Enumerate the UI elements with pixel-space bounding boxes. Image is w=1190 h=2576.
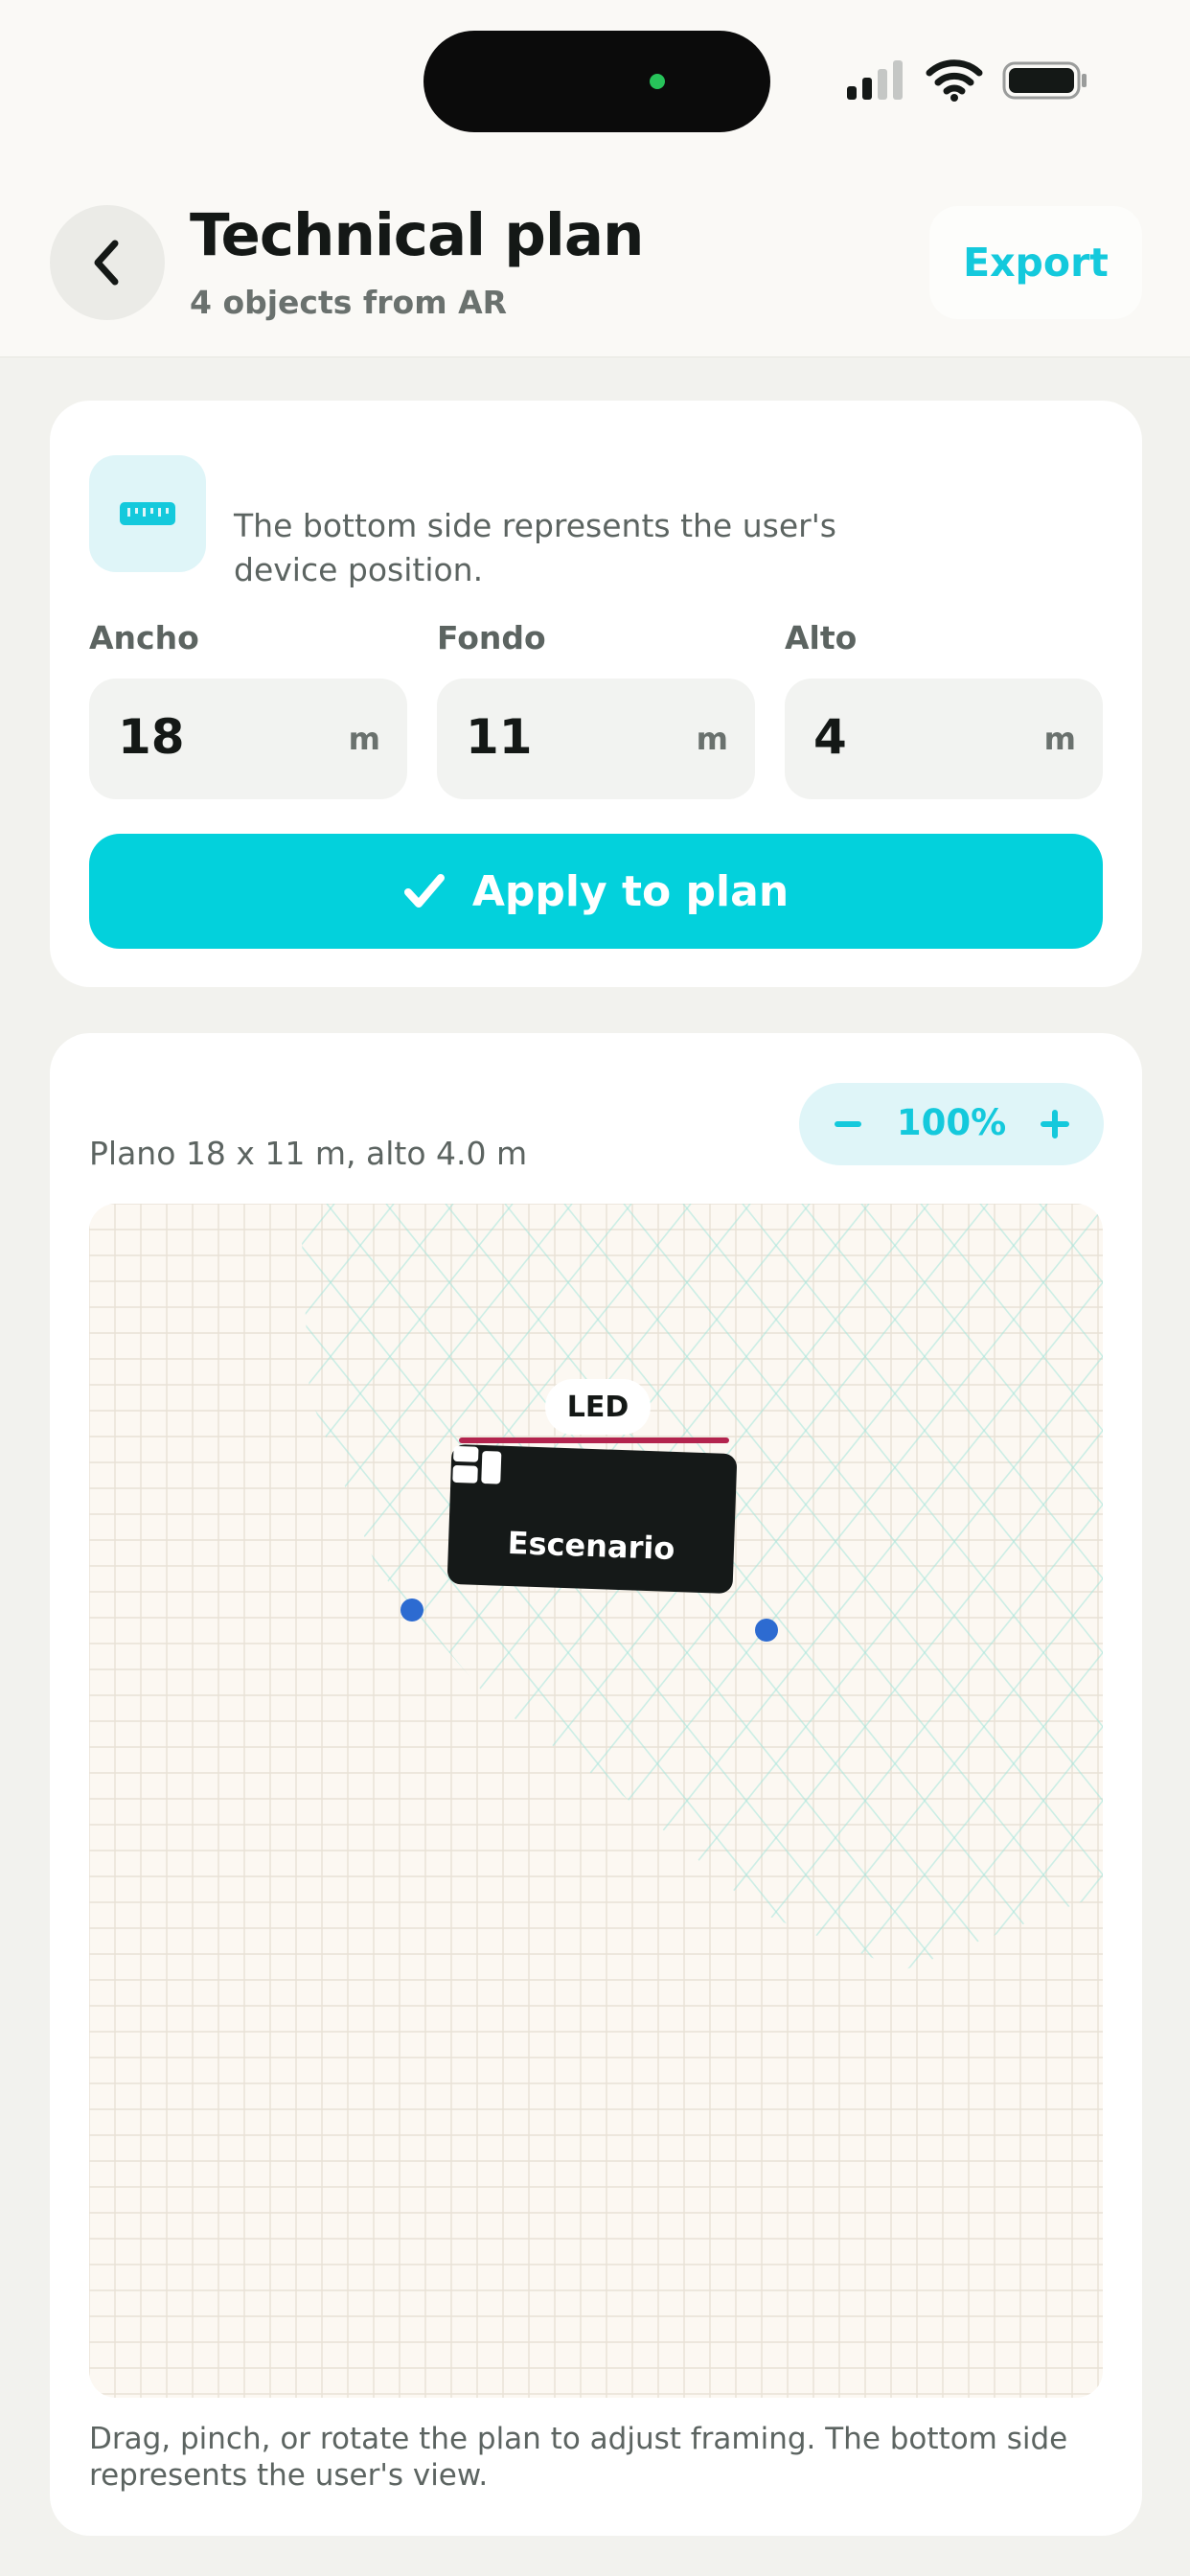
back-button[interactable] — [50, 205, 165, 320]
status-bar — [0, 0, 1190, 172]
minus-icon — [835, 1121, 861, 1127]
device-position-info: The bottom side represents the user's de… — [234, 507, 836, 588]
depth-field[interactable]: 11 m — [437, 678, 755, 799]
height-label: Alto — [785, 619, 858, 656]
stage-object[interactable]: Escenario — [446, 1443, 738, 1595]
width-field[interactable]: 18 m — [89, 678, 407, 799]
width-unit: m — [348, 721, 380, 757]
plan-hint: Drag, pinch, or rotate the plan to adjus… — [89, 2422, 1068, 2493]
width-value: 18 — [118, 709, 185, 765]
battery-icon — [1002, 61, 1087, 100]
camera-indicator-dot — [650, 74, 665, 89]
plan-card: 100% Plano 18 x 11 m, alto 4.0 m LED Esc… — [50, 1033, 1142, 2536]
page-subtitle: 4 objects from AR — [190, 284, 508, 321]
height-value: 4 — [813, 709, 847, 765]
wifi-icon — [926, 59, 983, 102]
depth-value: 11 — [466, 709, 533, 765]
ruler-icon — [120, 502, 175, 525]
apply-to-plan-button[interactable]: Apply to plan — [89, 834, 1103, 949]
depth-label: Fondo — [437, 619, 546, 656]
led-label: LED — [545, 1379, 651, 1435]
plus-icon — [1041, 1110, 1069, 1138]
stage-label: Escenario — [507, 1524, 675, 1568]
zoom-level: 100% — [896, 1102, 1007, 1143]
zoom-control: 100% — [799, 1083, 1104, 1165]
apply-label: Apply to plan — [471, 866, 790, 916]
led-wall[interactable] — [459, 1438, 729, 1443]
cellular-signal-icon — [847, 60, 903, 100]
ruler-badge — [89, 455, 206, 572]
height-field[interactable]: 4 m — [785, 678, 1103, 799]
rotate-handle-right[interactable] — [755, 1619, 778, 1642]
blocks-icon — [452, 1446, 502, 1484]
plan-dimensions-caption: Plano 18 x 11 m, alto 4.0 m — [89, 1135, 528, 1172]
rotate-handle-left[interactable] — [400, 1598, 423, 1622]
height-unit: m — [1043, 721, 1076, 757]
page-title: Technical plan — [190, 201, 644, 269]
export-button[interactable]: Export — [929, 206, 1142, 319]
width-label: Ancho — [89, 619, 199, 656]
plan-canvas[interactable]: LED Escenario — [89, 1204, 1103, 2398]
zoom-in-button[interactable] — [1023, 1092, 1087, 1156]
zoom-out-button[interactable] — [816, 1092, 880, 1156]
checkmark-icon — [403, 874, 445, 908]
dimensions-card: The bottom side represents the user's de… — [50, 401, 1142, 987]
depth-unit: m — [696, 721, 728, 757]
dynamic-island — [423, 31, 770, 132]
chevron-left-icon — [94, 240, 119, 286]
